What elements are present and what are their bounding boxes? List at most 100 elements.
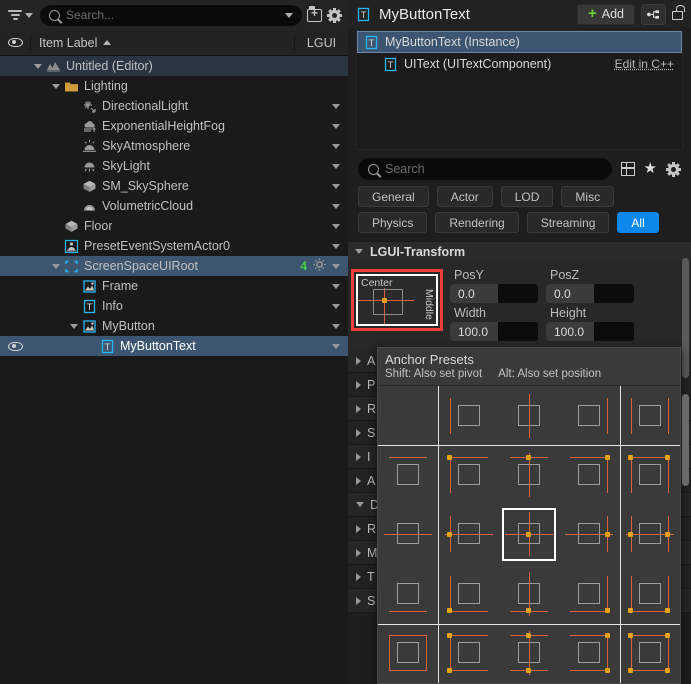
field-input-posz[interactable]: 0.0 bbox=[546, 284, 634, 303]
row-dropdown-icon[interactable] bbox=[332, 143, 340, 149]
anchor-point bbox=[628, 608, 634, 614]
details-search-input[interactable]: Search bbox=[358, 158, 612, 180]
outliner-row[interactable]: DirectionalLight bbox=[0, 96, 348, 116]
lgui-count-badge: 4 bbox=[300, 259, 307, 273]
row-dropdown-icon[interactable] bbox=[332, 163, 340, 169]
outliner-row[interactable]: T MyButtonText bbox=[0, 336, 348, 356]
outliner-row[interactable]: SkyLight bbox=[0, 156, 348, 176]
chevron-down-icon bbox=[25, 12, 33, 18]
lgui-column-header[interactable]: LGUI bbox=[294, 35, 348, 50]
category-filter-streaming[interactable]: Streaming bbox=[526, 212, 610, 233]
row-dropdown-icon[interactable] bbox=[332, 343, 340, 349]
star-icon[interactable]: ★ bbox=[644, 161, 657, 176]
expand-chevron-icon[interactable] bbox=[30, 63, 46, 69]
gear-icon[interactable] bbox=[327, 7, 342, 23]
outliner-row[interactable]: Lighting bbox=[0, 76, 348, 96]
outliner-row[interactable]: PresetEventSystemActor0 bbox=[0, 236, 348, 256]
anchor-preset-center-stretch[interactable] bbox=[499, 624, 559, 683]
anchor-preset-middle-right[interactable] bbox=[559, 505, 619, 564]
row-body: T MyButtonText bbox=[30, 339, 348, 354]
outliner-row[interactable]: T Info bbox=[0, 296, 348, 316]
edit-in-cpp-link[interactable]: Edit in C++ bbox=[615, 57, 682, 71]
outliner-search-input[interactable]: Search... bbox=[40, 4, 302, 26]
outliner-row[interactable]: ExponentialHeightFog bbox=[0, 116, 348, 136]
component-graph-icon[interactable] bbox=[641, 3, 666, 25]
row-dropdown-icon[interactable] bbox=[332, 303, 340, 309]
outliner-row-label: PresetEventSystemActor0 bbox=[84, 239, 230, 253]
anchor-preset-full-box[interactable] bbox=[378, 624, 438, 683]
outliner-row[interactable]: ScreenSpaceUIRoot 4 bbox=[0, 256, 348, 276]
category-filter-all[interactable]: All bbox=[617, 212, 659, 233]
outliner-row[interactable]: SkyAtmosphere bbox=[0, 136, 348, 156]
popup-scrollbar[interactable] bbox=[682, 394, 689, 486]
anchor-preset-empty[interactable] bbox=[378, 386, 438, 445]
anchor-preset-bottom-left[interactable] bbox=[438, 564, 498, 623]
anchor-preset-middle-hline[interactable] bbox=[378, 505, 438, 564]
expand-chevron-icon[interactable] bbox=[48, 263, 64, 269]
anchor-preset-stretch-v[interactable] bbox=[559, 386, 619, 445]
details-scrollbar[interactable] bbox=[682, 258, 689, 378]
add-component-button[interactable]: + Add bbox=[576, 3, 635, 25]
field-input-posy[interactable]: 0.0 bbox=[450, 284, 538, 303]
row-dropdown-icon[interactable] bbox=[332, 243, 340, 249]
gear-icon[interactable] bbox=[666, 161, 681, 177]
outliner-row[interactable]: VolumetricCloud bbox=[0, 196, 348, 216]
row-dropdown-icon[interactable] bbox=[332, 103, 340, 109]
row-dropdown-icon[interactable] bbox=[332, 283, 340, 289]
row-body: DirectionalLight bbox=[30, 99, 348, 114]
expand-chevron-icon[interactable] bbox=[66, 323, 82, 329]
category-filter-actor[interactable]: Actor bbox=[436, 186, 493, 207]
chevron-down-icon[interactable] bbox=[285, 12, 293, 18]
new-folder-icon[interactable] bbox=[307, 5, 322, 22]
row-dropdown-icon[interactable] bbox=[332, 203, 340, 209]
anchor-preset-button[interactable]: Center Middle bbox=[351, 269, 443, 331]
anchor-preset-bottom-right[interactable] bbox=[559, 564, 619, 623]
anchor-preset-right-stretch[interactable] bbox=[559, 624, 619, 683]
anchor-preset-middle-center[interactable] bbox=[499, 505, 559, 564]
anchor-preset-middle-left[interactable] bbox=[438, 505, 498, 564]
category-filter-lod[interactable]: LOD bbox=[500, 186, 554, 207]
chevron-down-icon bbox=[355, 249, 363, 254]
anchor-preset-top-center[interactable] bbox=[499, 445, 559, 504]
category-filter-physics[interactable]: Physics bbox=[358, 212, 428, 233]
anchor-preset-top-left[interactable] bbox=[438, 445, 498, 504]
anchor-preset-bottom-hline[interactable] bbox=[378, 564, 438, 623]
expand-chevron-icon[interactable] bbox=[48, 83, 64, 89]
lgui-transform-section-header[interactable]: LGUI-Transform bbox=[348, 241, 691, 261]
outliner-row[interactable]: MyButton bbox=[0, 316, 348, 336]
anchor-preset-stretch-v[interactable] bbox=[438, 386, 498, 445]
row-dropdown-icon[interactable] bbox=[332, 223, 340, 229]
category-filter-rendering[interactable]: Rendering bbox=[435, 212, 519, 233]
field-input-width[interactable]: 100.0 bbox=[450, 322, 538, 341]
row-dropdown-icon[interactable] bbox=[332, 183, 340, 189]
anchor-preset-middle-stretch[interactable] bbox=[620, 505, 680, 564]
anchor-preset-full-stretch[interactable] bbox=[620, 624, 680, 683]
row-dropdown-icon[interactable] bbox=[332, 323, 340, 329]
lgui-settings-icon[interactable] bbox=[313, 258, 326, 274]
anchor-preset-bottom-stretch[interactable] bbox=[620, 564, 680, 623]
outliner-row[interactable]: Floor bbox=[0, 216, 348, 236]
row-visibility-toggle[interactable] bbox=[0, 341, 30, 351]
anchor-preset-left-stretch[interactable] bbox=[438, 624, 498, 683]
unlock-icon[interactable] bbox=[672, 5, 685, 20]
anchor-preset-top-stretch[interactable] bbox=[620, 445, 680, 504]
outliner-row[interactable]: SM_SkySphere bbox=[0, 176, 348, 196]
outliner-row[interactable]: Frame bbox=[0, 276, 348, 296]
category-filter-misc[interactable]: Misc bbox=[561, 186, 615, 207]
grid-view-icon[interactable] bbox=[620, 162, 635, 176]
anchor-preset-stretch-h[interactable] bbox=[378, 445, 438, 504]
filter-icon[interactable] bbox=[6, 8, 35, 22]
component-row[interactable]: T UIText (UITextComponent) Edit in C++ bbox=[357, 53, 682, 75]
anchor-preset-top-right[interactable] bbox=[559, 445, 619, 504]
anchor-preset-stretch-v[interactable] bbox=[499, 386, 559, 445]
anchor-preset-stretch-v[interactable] bbox=[620, 386, 680, 445]
component-row[interactable]: T MyButtonText (Instance) bbox=[357, 31, 682, 53]
category-filter-general[interactable]: General bbox=[358, 186, 429, 207]
row-dropdown-icon[interactable] bbox=[332, 123, 340, 129]
item-label-column-header[interactable]: Item Label bbox=[30, 35, 294, 50]
visibility-column-header[interactable] bbox=[0, 38, 30, 47]
field-input-height[interactable]: 100.0 bbox=[546, 322, 634, 341]
anchor-preset-bottom-center[interactable] bbox=[499, 564, 559, 623]
outliner-row[interactable]: Untitled (Editor) bbox=[0, 56, 348, 76]
row-dropdown-icon[interactable] bbox=[332, 263, 340, 269]
